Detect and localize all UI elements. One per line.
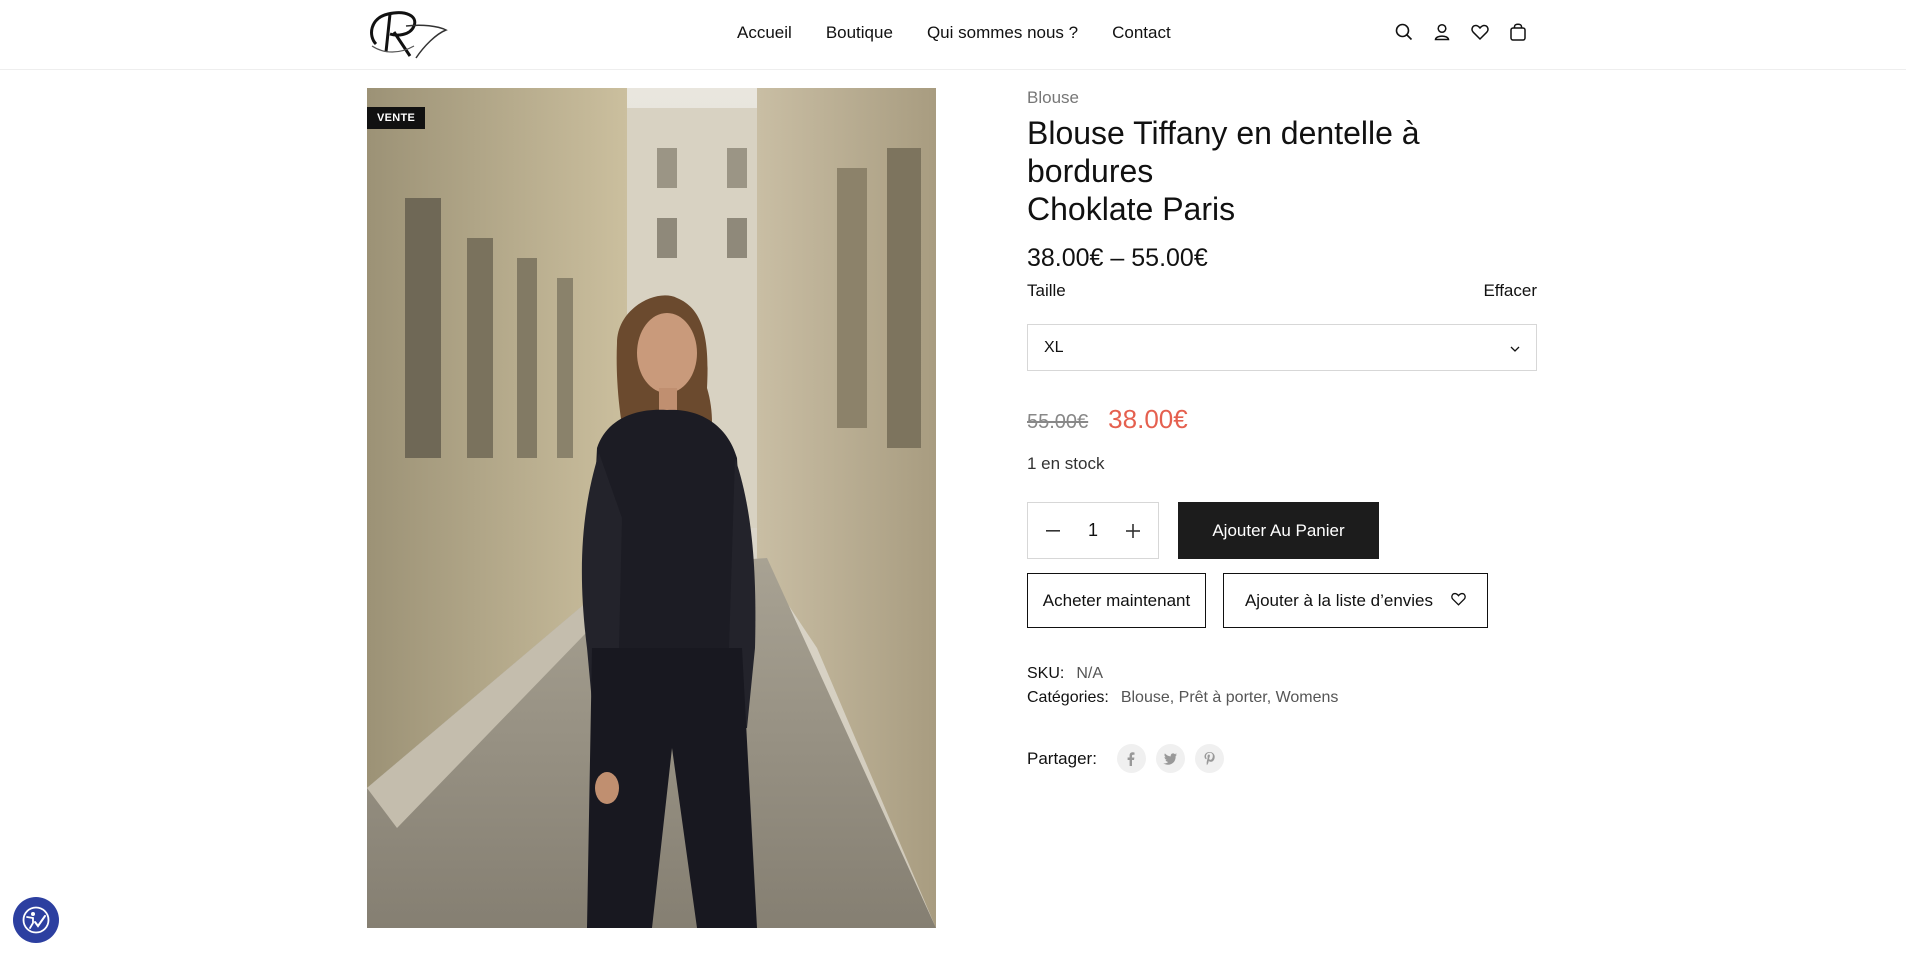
header-actions — [1394, 20, 1528, 44]
variation-price: 55.00€ 38.00€ — [1027, 404, 1188, 435]
price-range: 38.00€ – 55.00€ — [1027, 244, 1208, 272]
product-image[interactable] — [367, 88, 936, 928]
sale-price: 38.00€ — [1108, 404, 1188, 434]
sku-value: N/A — [1076, 665, 1104, 682]
share-label: Partager: — [1027, 748, 1097, 768]
nav-contact[interactable]: Contact — [1112, 23, 1171, 43]
nav-qui-sommes-nous[interactable]: Qui sommes nous ? — [927, 23, 1078, 43]
product-category[interactable]: Blouse — [1027, 88, 1537, 108]
minus-icon[interactable] — [1042, 520, 1064, 542]
sku-label: SKU: — [1027, 665, 1065, 682]
product-title: Blouse Tiffany en dentelle à bordures Ch… — [1027, 114, 1537, 228]
heart-icon — [1451, 591, 1466, 611]
site-logo[interactable] — [366, 6, 448, 62]
nav-accueil[interactable]: Accueil — [737, 23, 792, 43]
categories-label: Catégories: — [1027, 689, 1109, 706]
size-select[interactable]: XL — [1027, 324, 1537, 371]
main-nav: Accueil Boutique Qui sommes nous ? Conta… — [737, 0, 1171, 66]
twitter-icon[interactable] — [1155, 744, 1185, 773]
heart-icon[interactable] — [1470, 20, 1490, 44]
old-price: 55.00€ — [1027, 411, 1089, 433]
sku-row: SKU: N/A — [1027, 662, 1338, 686]
plus-icon[interactable] — [1122, 520, 1144, 542]
add-to-wishlist-button[interactable]: Ajouter à la liste d’envies — [1223, 573, 1488, 628]
size-selected-value: XL — [1044, 338, 1064, 356]
site-header: Accueil Boutique Qui sommes nous ? Conta… — [0, 0, 1906, 70]
product-title-line1: Blouse Tiffany en dentelle à bordures — [1027, 115, 1420, 189]
add-to-cart-button[interactable]: Ajouter Au Panier — [1178, 502, 1379, 559]
size-label: Taille — [1027, 281, 1066, 300]
facebook-icon[interactable] — [1116, 744, 1146, 773]
quantity-stepper: 1 — [1027, 502, 1159, 559]
pinterest-icon[interactable] — [1194, 744, 1224, 773]
variation-row: Taille Effacer — [1027, 281, 1537, 301]
buy-now-button[interactable]: Acheter maintenant — [1027, 573, 1206, 628]
categories-row: Catégories: Blouse, Prêt à porter, Womens — [1027, 686, 1338, 710]
user-icon[interactable] — [1432, 20, 1452, 44]
product-title-line2: Choklate Paris — [1027, 191, 1236, 227]
stock-status: 1 en stock — [1027, 454, 1105, 473]
chevron-down-icon — [1510, 339, 1520, 357]
accessibility-button[interactable] — [13, 897, 59, 943]
accessibility-icon — [22, 906, 50, 934]
clear-selection-link[interactable]: Effacer — [1483, 281, 1537, 301]
product-meta: SKU: N/A Catégories: Blouse, Prêt à porter… — [1027, 662, 1338, 710]
categories-value[interactable]: Blouse, Prêt à porter, Womens — [1121, 689, 1339, 706]
quantity-input[interactable]: 1 — [1088, 520, 1098, 541]
nav-boutique[interactable]: Boutique — [826, 23, 893, 43]
share-row: Partager: — [1027, 744, 1224, 773]
product-summary: Blouse Blouse Tiffany en dentelle à bord… — [1027, 88, 1537, 773]
wishlist-label: Ajouter à la liste d’envies — [1244, 590, 1434, 610]
search-icon[interactable] — [1394, 20, 1414, 44]
sale-badge: VENTE — [367, 107, 426, 129]
bag-icon[interactable] — [1508, 20, 1528, 44]
